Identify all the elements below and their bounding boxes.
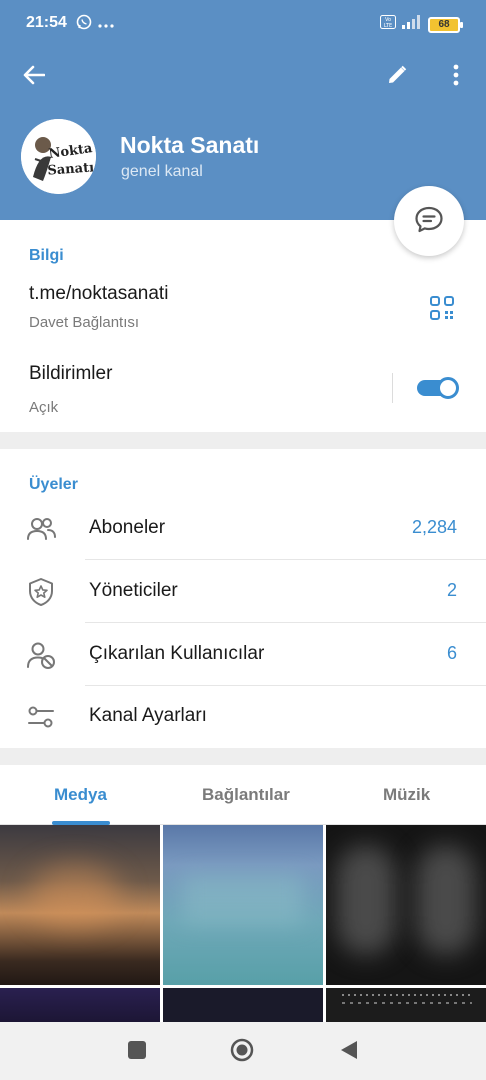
shield-star-icon bbox=[26, 577, 56, 607]
channel-avatar[interactable]: Nokta Sanatı bbox=[21, 119, 96, 194]
admins-count: 2 bbox=[446, 580, 457, 600]
media-thumbnail[interactable] bbox=[326, 825, 486, 985]
home-button[interactable] bbox=[230, 1038, 254, 1067]
channel-settings-label: Kanal Ayarları bbox=[89, 705, 207, 726]
info-section-title: Bilgi bbox=[29, 247, 64, 264]
media-thumbnail[interactable] bbox=[163, 988, 323, 1022]
more-vertical-icon bbox=[453, 64, 459, 91]
invite-link-row[interactable]: t.me/noktasanati Davet Bağlantısı bbox=[0, 272, 486, 342]
toggle-knob bbox=[437, 377, 459, 399]
status-time: 21:54 bbox=[26, 14, 67, 31]
status-bar: 21:54 Vo LTE 68 bbox=[0, 0, 486, 48]
notifications-toggle[interactable] bbox=[417, 377, 460, 399]
subscribers-row[interactable]: Aboneler 2,284 bbox=[0, 498, 486, 560]
sliders-icon bbox=[26, 702, 56, 732]
removed-users-count: 6 bbox=[446, 643, 457, 663]
edit-button[interactable] bbox=[377, 57, 417, 97]
tab-media[interactable]: Medya bbox=[54, 785, 107, 805]
square-recents-icon bbox=[127, 1040, 147, 1065]
vertical-divider bbox=[392, 373, 393, 403]
circle-home-icon bbox=[230, 1038, 254, 1067]
more-menu-button[interactable] bbox=[436, 57, 476, 97]
more-dots-icon bbox=[98, 16, 114, 34]
media-thumbnail[interactable] bbox=[326, 988, 486, 1022]
user-blocked-icon bbox=[26, 640, 56, 670]
qr-code-icon[interactable] bbox=[430, 296, 454, 325]
invite-link[interactable]: t.me/noktasanati bbox=[29, 283, 168, 305]
media-grid bbox=[0, 825, 486, 1022]
admins-label: Yöneticiler bbox=[89, 580, 178, 601]
media-thumbnail[interactable] bbox=[0, 825, 160, 985]
media-thumbnail[interactable] bbox=[0, 988, 160, 1022]
recents-button[interactable] bbox=[125, 1040, 149, 1064]
subscribers-label: Aboneler bbox=[89, 517, 166, 538]
tab-music[interactable]: Müzik bbox=[383, 785, 430, 805]
people-icon bbox=[26, 514, 56, 544]
media-thumbnail[interactable] bbox=[163, 825, 323, 985]
row-divider bbox=[85, 622, 486, 623]
battery-indicator: 68 bbox=[428, 16, 463, 33]
svg-text:LTE: LTE bbox=[384, 23, 392, 29]
signal-icon bbox=[402, 15, 422, 34]
back-nav-button[interactable] bbox=[337, 1040, 361, 1064]
notifications-row[interactable]: Bildirimler Açık bbox=[0, 352, 486, 428]
tab-links[interactable]: Bağlantılar bbox=[202, 785, 290, 805]
channel-subtitle: genel kanal bbox=[121, 163, 203, 180]
volte-icon: Vo LTE bbox=[380, 15, 396, 34]
notifications-state: Açık bbox=[29, 399, 59, 416]
subscribers-count: 2,284 bbox=[411, 517, 457, 537]
removed-users-row[interactable]: Çıkarılan Kullanıcılar 6 bbox=[0, 624, 486, 686]
triangle-back-icon bbox=[339, 1039, 359, 1066]
channel-logo-image: Nokta Sanatı bbox=[21, 119, 96, 194]
invite-link-caption: Davet Bağlantısı bbox=[29, 314, 140, 331]
section-divider bbox=[0, 748, 486, 765]
back-button[interactable] bbox=[14, 57, 54, 97]
admins-row[interactable]: Yöneticiler 2 bbox=[0, 561, 486, 623]
open-chat-button[interactable] bbox=[394, 186, 464, 256]
section-divider bbox=[0, 432, 486, 449]
removed-users-label: Çıkarılan Kullanıcılar bbox=[89, 643, 265, 664]
system-nav-bar bbox=[0, 1022, 486, 1080]
whatsapp-icon bbox=[76, 14, 92, 35]
pencil-icon bbox=[386, 64, 408, 91]
channel-name: Nokta Sanatı bbox=[120, 132, 260, 158]
notifications-label: Bildirimler bbox=[29, 363, 113, 384]
media-tabs: Medya Bağlantılar Müzik bbox=[0, 765, 486, 825]
row-divider bbox=[85, 559, 486, 560]
members-section-title: Üyeler bbox=[29, 476, 78, 493]
arrow-left-icon bbox=[23, 65, 46, 90]
chat-bubble-icon bbox=[414, 205, 444, 238]
channel-settings-row[interactable]: Kanal Ayarları bbox=[0, 686, 486, 748]
